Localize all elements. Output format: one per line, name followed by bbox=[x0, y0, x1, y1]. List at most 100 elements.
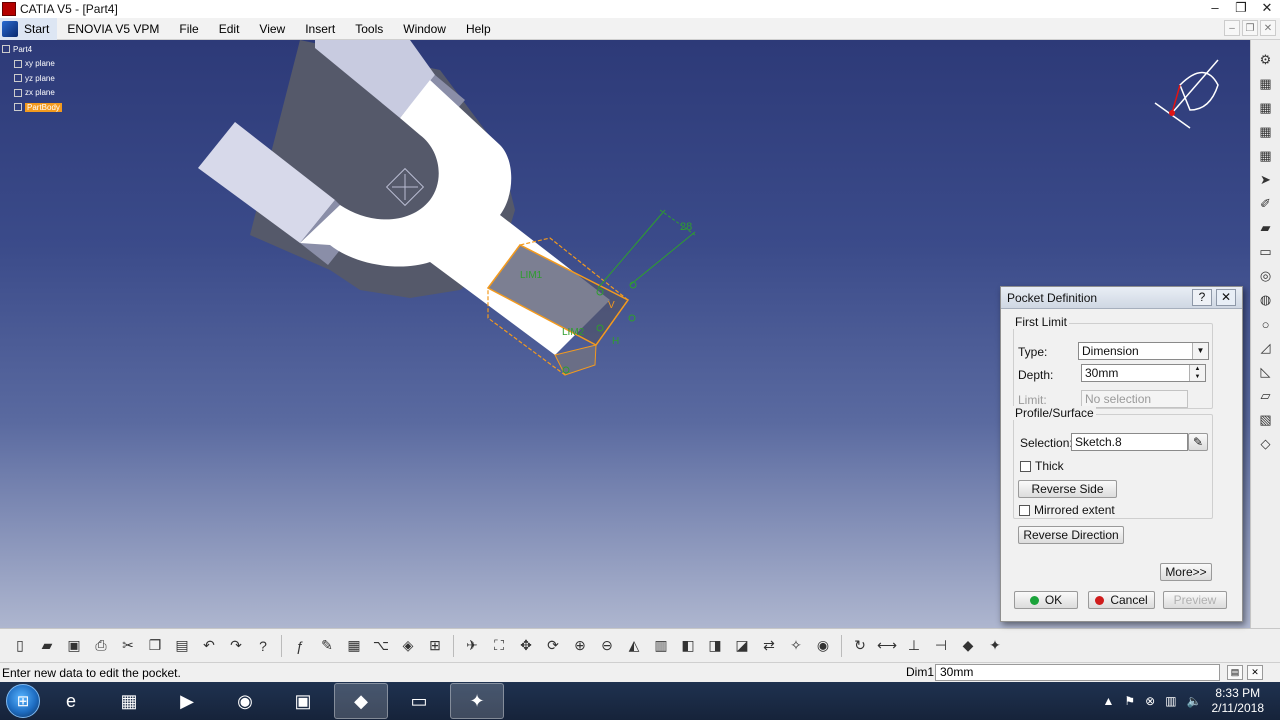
depth-stepper[interactable]: ▲ ▼ bbox=[1189, 365, 1205, 381]
tray-flag-icon[interactable]: ⚑ bbox=[1124, 694, 1135, 708]
sketch-edit-button[interactable]: ✎ bbox=[1188, 433, 1208, 451]
status-toggle-button[interactable]: ▤ bbox=[1227, 665, 1243, 680]
undo-icon[interactable]: ↶ bbox=[197, 634, 221, 658]
menu-help[interactable]: Help bbox=[456, 18, 501, 40]
cut-icon[interactable]: ✂ bbox=[116, 634, 140, 658]
mirrored-extent-checkbox[interactable] bbox=[1019, 505, 1030, 516]
multi-view-icon[interactable]: ▥ bbox=[649, 634, 673, 658]
loft-icon[interactable]: ◇ bbox=[1256, 434, 1276, 454]
copy-icon[interactable]: ❐ bbox=[143, 634, 167, 658]
taskbar-chrome-icon[interactable]: ◉ bbox=[218, 683, 272, 719]
groove-icon[interactable]: ◍ bbox=[1256, 290, 1276, 310]
thick-checkbox[interactable] bbox=[1020, 461, 1031, 472]
paste-icon[interactable]: ▤ bbox=[170, 634, 194, 658]
open-icon[interactable]: ▰ bbox=[35, 634, 59, 658]
table-icon[interactable]: ▦ bbox=[342, 634, 366, 658]
catia-logo-icon[interactable]: ✦ bbox=[983, 634, 1007, 658]
close-button[interactable]: ✕ bbox=[1254, 0, 1280, 18]
tray-network-icon[interactable]: ▥ bbox=[1165, 694, 1176, 708]
snapshot-icon[interactable]: ◉ bbox=[811, 634, 835, 658]
taskbar-catia-icon[interactable]: ✦ bbox=[450, 683, 504, 719]
taskbar-explorer-icon[interactable]: ▦ bbox=[102, 683, 156, 719]
measure-icon[interactable]: ⟷ bbox=[875, 634, 899, 658]
pad-icon[interactable]: ▰ bbox=[1256, 218, 1276, 238]
tray-volume-icon[interactable]: 🔈 bbox=[1187, 694, 1202, 708]
sketcher-icon[interactable]: ✐ bbox=[1256, 194, 1276, 214]
taskbar-network-icon[interactable]: ▣ bbox=[276, 683, 330, 719]
more-button[interactable]: More>> bbox=[1160, 563, 1212, 581]
tree-node-zx-plane[interactable]: zx plane bbox=[2, 86, 62, 101]
catalog-icon[interactable]: ◈ bbox=[396, 634, 420, 658]
sketch-icon[interactable]: ▦ bbox=[1256, 122, 1276, 142]
tree-node-xy-plane[interactable]: xy plane bbox=[2, 57, 62, 72]
menu-file[interactable]: File bbox=[169, 18, 208, 40]
menu-edit[interactable]: Edit bbox=[209, 18, 250, 40]
compass-icon[interactable]: ✧ bbox=[784, 634, 808, 658]
tree-node-yz-plane[interactable]: yz plane bbox=[2, 71, 62, 86]
normal-view-icon[interactable]: ◭ bbox=[622, 634, 646, 658]
update-icon[interactable]: ↻ bbox=[848, 634, 872, 658]
pocket-icon[interactable]: ▭ bbox=[1256, 242, 1276, 262]
analysis-icon[interactable]: ⊞ bbox=[423, 634, 447, 658]
formula-icon[interactable]: ƒ bbox=[288, 634, 312, 658]
menu-insert[interactable]: Insert bbox=[295, 18, 345, 40]
menu-enovia[interactable]: ENOVIA V5 VPM bbox=[57, 18, 169, 40]
depth-input[interactable]: 30mm ▲ ▼ bbox=[1081, 364, 1206, 382]
multi-pad-icon[interactable]: ▧ bbox=[1256, 410, 1276, 430]
doc-restore-button[interactable]: ❐ bbox=[1242, 20, 1258, 36]
menu-tools[interactable]: Tools bbox=[345, 18, 393, 40]
menu-window[interactable]: Window bbox=[393, 18, 456, 40]
redo-icon[interactable]: ↷ bbox=[224, 634, 248, 658]
ok-button[interactable]: OK bbox=[1014, 591, 1078, 609]
save-icon[interactable]: ▣ bbox=[62, 634, 86, 658]
hole-icon[interactable]: ○ bbox=[1256, 314, 1276, 334]
apply-material-icon[interactable]: ◆ bbox=[956, 634, 980, 658]
selection-field[interactable]: Sketch.8 bbox=[1071, 433, 1188, 451]
tray-app-icon[interactable]: ⊗ bbox=[1145, 694, 1155, 708]
sketch-icon[interactable]: ▦ bbox=[1256, 98, 1276, 118]
preview-button[interactable]: Preview bbox=[1163, 591, 1227, 609]
limit-field[interactable]: No selection bbox=[1081, 390, 1188, 408]
windows-start-button[interactable]: ⊞ bbox=[6, 684, 40, 718]
sketch-icon[interactable]: ▦ bbox=[1256, 74, 1276, 94]
comment-icon[interactable]: ✎ bbox=[315, 634, 339, 658]
cancel-button[interactable]: Cancel bbox=[1088, 591, 1155, 609]
spec-tree-icon[interactable]: ⌥ bbox=[369, 634, 393, 658]
type-select[interactable]: Dimension ▼ bbox=[1078, 342, 1209, 360]
tree-node-partbody[interactable]: PartBody bbox=[2, 100, 62, 115]
maximize-button[interactable]: ❐ bbox=[1228, 0, 1254, 18]
reverse-direction-button[interactable]: Reverse Direction bbox=[1018, 526, 1124, 544]
doc-close-button[interactable]: ✕ bbox=[1260, 20, 1276, 36]
fly-icon[interactable]: ✈ bbox=[460, 634, 484, 658]
rotate-icon[interactable]: ⟳ bbox=[541, 634, 565, 658]
stiffener-icon[interactable]: ▱ bbox=[1256, 386, 1276, 406]
dialog-close-button[interactable]: ✕ bbox=[1216, 289, 1236, 306]
doc-minimize-button[interactable]: – bbox=[1224, 20, 1240, 36]
shading-icon[interactable]: ◨ bbox=[703, 634, 727, 658]
dialog-help-button[interactable]: ? bbox=[1192, 289, 1212, 306]
whats-this-icon[interactable]: ? bbox=[251, 634, 275, 658]
menu-start[interactable]: Start bbox=[0, 17, 58, 40]
minimize-button[interactable]: – bbox=[1202, 0, 1228, 18]
rib-icon[interactable]: ◿ bbox=[1256, 338, 1276, 358]
reverse-side-button[interactable]: Reverse Side bbox=[1018, 480, 1117, 498]
sketch-icon[interactable]: ▦ bbox=[1256, 146, 1276, 166]
status-close-button[interactable]: ✕ bbox=[1247, 665, 1263, 680]
tree-root[interactable]: Part4 bbox=[2, 42, 62, 57]
taskbar-clock[interactable]: 8:33 PM 2/11/2018 bbox=[1212, 686, 1265, 716]
taskbar-recorder-icon[interactable]: ◆ bbox=[334, 683, 388, 719]
zoom-in-icon[interactable]: ⊕ bbox=[568, 634, 592, 658]
zoom-out-icon[interactable]: ⊖ bbox=[595, 634, 619, 658]
dim-value-input[interactable]: 30mm bbox=[935, 664, 1220, 681]
new-icon[interactable]: ▯ bbox=[8, 634, 32, 658]
iso-view-icon[interactable]: ◧ bbox=[676, 634, 700, 658]
taskbar-ie-icon[interactable]: e bbox=[44, 683, 98, 719]
fit-all-icon[interactable]: ⛶ bbox=[487, 634, 511, 658]
menu-view[interactable]: View bbox=[249, 18, 295, 40]
pan-icon[interactable]: ✥ bbox=[514, 634, 538, 658]
shaft-icon[interactable]: ◎ bbox=[1256, 266, 1276, 286]
taskbar-screen-icon[interactable]: ▭ bbox=[392, 683, 446, 719]
select-icon[interactable]: ➤ bbox=[1256, 170, 1276, 190]
taskbar-media-player-icon[interactable]: ▶ bbox=[160, 683, 214, 719]
hide-show-icon[interactable]: ◪ bbox=[730, 634, 754, 658]
